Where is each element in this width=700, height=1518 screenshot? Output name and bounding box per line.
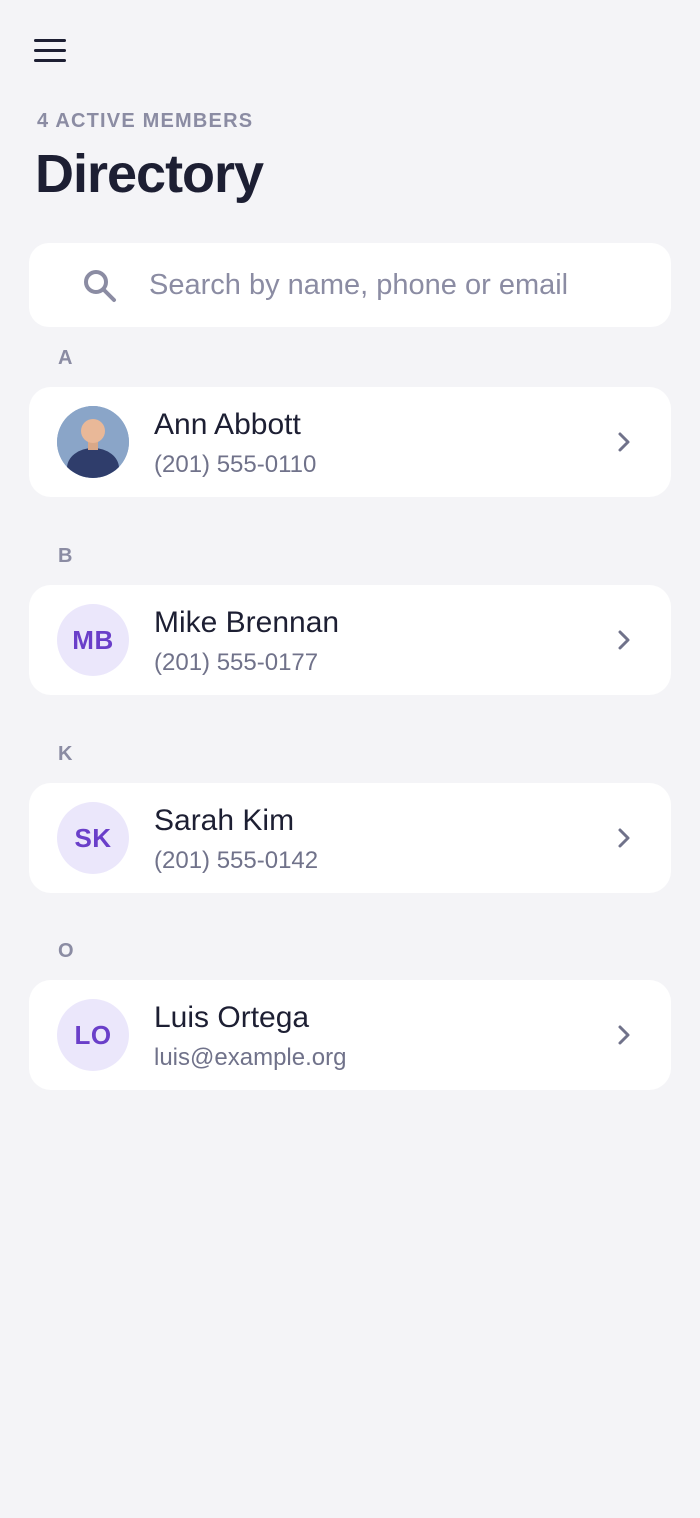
search-input[interactable] — [149, 243, 649, 327]
member-count-label: 4 ACTIVE MEMBERS — [37, 110, 254, 132]
avatar: LO — [57, 999, 129, 1071]
member-card-sarah-kim[interactable]: SK Sarah Kim (201) 555-0142 — [29, 783, 671, 893]
member-name: Sarah Kim — [154, 804, 295, 837]
member-phone: (201) 555-0142 — [154, 847, 319, 874]
avatar — [57, 406, 129, 478]
avatar: MB — [57, 604, 129, 676]
chevron-right-icon — [618, 828, 630, 848]
section-letter-o: O — [58, 940, 74, 962]
section-letter-b: B — [58, 545, 73, 567]
menu-button[interactable] — [28, 30, 72, 70]
member-email: luis@example.org — [154, 1044, 347, 1071]
section-letter-a: A — [58, 347, 73, 369]
chevron-right-icon — [618, 432, 630, 452]
avatar: SK — [57, 802, 129, 874]
chevron-right-icon — [618, 630, 630, 650]
section-letter-k: K — [58, 743, 73, 765]
page-title: Directory — [35, 144, 264, 204]
member-phone: (201) 555-0110 — [154, 451, 317, 478]
chevron-right-icon — [618, 1025, 630, 1045]
search-icon — [84, 270, 116, 302]
hamburger-menu-icon — [34, 38, 66, 42]
member-card-luis-ortega[interactable]: LO Luis Ortega luis@example.org — [29, 980, 671, 1090]
search-bar[interactable] — [29, 243, 671, 327]
person-photo-icon — [57, 406, 129, 478]
member-name: Luis Ortega — [154, 1001, 310, 1034]
member-name: Ann Abbott — [154, 408, 301, 441]
member-phone: (201) 555-0177 — [154, 649, 319, 676]
member-name: Mike Brennan — [154, 606, 340, 639]
member-card-mike-brennan[interactable]: MB Mike Brennan (201) 555-0177 — [29, 585, 671, 695]
member-card-ann-abbott[interactable]: Ann Abbott (201) 555-0110 — [29, 387, 671, 497]
